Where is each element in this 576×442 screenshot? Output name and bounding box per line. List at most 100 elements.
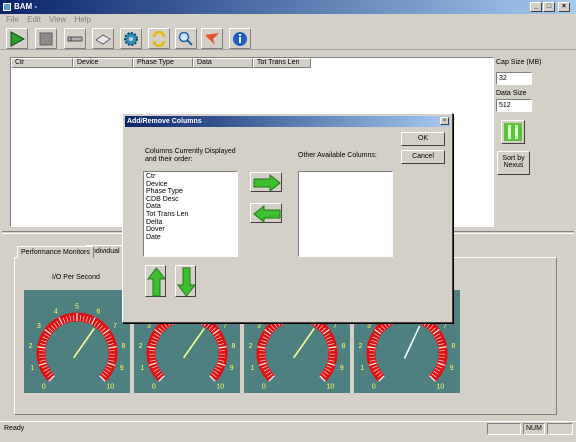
title-bar: BAM - _ □ × bbox=[0, 0, 576, 14]
gauge-scale-label: 1 bbox=[250, 365, 254, 372]
probe-button[interactable] bbox=[64, 28, 86, 49]
flag-button[interactable] bbox=[201, 28, 223, 49]
gauge-scale-label: 10 bbox=[326, 384, 334, 391]
gauge-scale-label: 5 bbox=[75, 304, 79, 311]
disk-button[interactable] bbox=[92, 28, 114, 49]
list-item[interactable]: Date bbox=[144, 234, 237, 242]
gauge-scale-label: 3 bbox=[147, 323, 151, 330]
menu-file[interactable]: File bbox=[6, 14, 19, 26]
move-up-button[interactable] bbox=[145, 265, 166, 297]
gauge-scale-label: 6 bbox=[96, 309, 100, 316]
list-item[interactable]: Ctr bbox=[144, 173, 237, 181]
ok-button[interactable]: OK bbox=[401, 132, 445, 146]
list-item[interactable]: Data bbox=[144, 203, 237, 211]
cap-size-input[interactable]: 32 bbox=[496, 72, 532, 85]
info-button[interactable] bbox=[229, 28, 251, 49]
arrow-down-icon bbox=[177, 267, 196, 297]
sort-by-nexus-button[interactable]: Sort by Nexus bbox=[497, 151, 530, 175]
cancel-button[interactable]: Cancel bbox=[401, 150, 445, 164]
maximize-button[interactable]: □ bbox=[543, 2, 555, 12]
gauge-scale-label: 7 bbox=[333, 323, 337, 330]
app-icon bbox=[3, 3, 11, 11]
gauge-1: 0 1 2 3 4 5 6 7 8 9 10 bbox=[24, 290, 130, 393]
column-header-device[interactable]: Device bbox=[73, 58, 133, 68]
gauge-needle bbox=[292, 327, 315, 359]
gauge-scale-label: 8 bbox=[121, 343, 125, 350]
gauge-scale-label: 2 bbox=[359, 343, 363, 350]
gauge-scale-label: 1 bbox=[30, 365, 34, 372]
list-item[interactable]: Device bbox=[144, 181, 237, 189]
gauge-scale-label: 9 bbox=[120, 365, 124, 372]
pause-icon bbox=[504, 123, 522, 141]
status-cell-empty bbox=[487, 423, 521, 435]
gauge-scale-label: 9 bbox=[340, 365, 344, 372]
status-num: NUM bbox=[523, 423, 545, 435]
sort-label-1: Sort by bbox=[502, 155, 525, 162]
close-button[interactable]: × bbox=[558, 2, 570, 12]
list-item[interactable]: Phase Type bbox=[144, 188, 237, 196]
gauge-scale-label: 0 bbox=[42, 384, 46, 391]
menu-help[interactable]: Help bbox=[75, 14, 91, 26]
column-header-tot-trans-len[interactable]: Tot Trans Len bbox=[253, 58, 311, 68]
data-size-input[interactable]: 512 bbox=[496, 99, 532, 112]
menu-edit[interactable]: Edit bbox=[27, 14, 41, 26]
move-down-button[interactable] bbox=[175, 265, 196, 297]
probe-icon bbox=[67, 36, 83, 42]
available-columns-listbox[interactable] bbox=[298, 171, 393, 257]
gauge-scale-label: 3 bbox=[367, 323, 371, 330]
menu-view[interactable]: View bbox=[49, 14, 66, 26]
gauge-needle bbox=[72, 327, 95, 359]
gauge-scale-label: 10 bbox=[436, 384, 444, 391]
list-item[interactable]: CDB Desc bbox=[144, 196, 237, 204]
toolbar bbox=[0, 26, 576, 50]
gauge-scale-label: 0 bbox=[152, 384, 156, 391]
search-button[interactable] bbox=[175, 28, 197, 49]
gauge-scale-label: 7 bbox=[223, 323, 227, 330]
dialog-title: Add/Remove Columns bbox=[125, 116, 450, 127]
gauge-scale-label: 3 bbox=[37, 323, 41, 330]
refresh-button[interactable] bbox=[148, 28, 170, 49]
settings-button[interactable] bbox=[120, 28, 142, 49]
add-column-button[interactable] bbox=[250, 172, 282, 192]
remove-column-button[interactable] bbox=[250, 203, 282, 223]
gauge-scale-label: 9 bbox=[230, 365, 234, 372]
displayed-columns-listbox[interactable]: Ctr Device Phase Type CDB Desc Data Tot … bbox=[143, 171, 238, 257]
arrow-up-icon bbox=[147, 267, 166, 297]
data-size-label: Data Size bbox=[496, 90, 527, 97]
disk-icon bbox=[95, 34, 111, 45]
gauge-scale-label: 7 bbox=[113, 323, 117, 330]
info-icon bbox=[233, 32, 247, 46]
column-header-ctr[interactable]: Ctr bbox=[11, 58, 73, 68]
gear-icon bbox=[124, 32, 138, 46]
play-button[interactable] bbox=[6, 28, 28, 49]
gauge-scale-label: 4 bbox=[54, 309, 58, 316]
gauge-needle bbox=[403, 325, 421, 359]
gauge-scale-label: 10 bbox=[216, 384, 224, 391]
gauge-scale-label: 3 bbox=[257, 323, 261, 330]
column-header-data[interactable]: Data bbox=[193, 58, 253, 68]
gauge-scale-label: 0 bbox=[372, 384, 376, 391]
tab-performance-monitors[interactable]: Performance Monitors bbox=[17, 246, 94, 258]
dialog-close-button[interactable]: × bbox=[440, 117, 449, 125]
menu-bar: File Edit View Help bbox=[0, 14, 576, 26]
minimize-button[interactable]: _ bbox=[530, 2, 542, 12]
gauge-scale-label: 2 bbox=[29, 343, 33, 350]
gauge-scale-label: 8 bbox=[451, 343, 455, 350]
gauge-1-dial: 0 1 2 3 4 5 6 7 8 9 10 bbox=[29, 304, 126, 391]
list-item[interactable]: Delta bbox=[144, 219, 237, 227]
gauge-scale-label: 2 bbox=[139, 343, 143, 350]
window-title: BAM - bbox=[14, 2, 38, 11]
stop-button[interactable] bbox=[35, 28, 57, 49]
refresh-icon bbox=[152, 31, 166, 47]
list-item[interactable]: Dover bbox=[144, 226, 237, 234]
pause-button[interactable] bbox=[501, 120, 525, 144]
flag-icon bbox=[205, 33, 219, 45]
displayed-columns-label-2: and their order: bbox=[145, 156, 193, 163]
arrow-right-icon bbox=[253, 174, 281, 192]
displayed-columns-label-1: Columns Currently Displayed bbox=[145, 148, 236, 155]
column-header-phase-type[interactable]: Phase Type bbox=[133, 58, 193, 68]
gauge-title-io-per-second: I/O Per Second bbox=[52, 274, 100, 281]
gauge-scale-label: 0 bbox=[262, 384, 266, 391]
gauge-scale-label: 8 bbox=[341, 343, 345, 350]
list-item[interactable]: Tot Trans Len bbox=[144, 211, 237, 219]
